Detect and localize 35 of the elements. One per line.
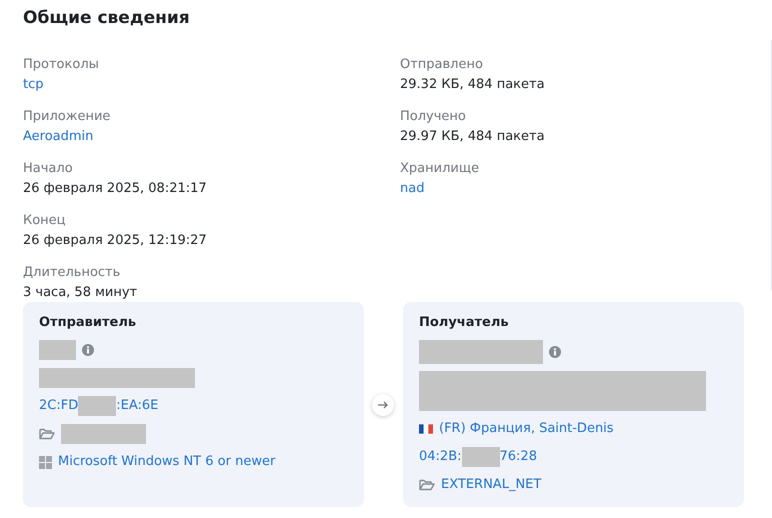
redaction-bar: [462, 447, 500, 467]
mac-suffix: 76:28: [500, 448, 537, 466]
mac-prefix: 04:2B:: [419, 448, 462, 466]
location-link[interactable]: (FR) Франция, Saint-Denis: [439, 419, 614, 439]
field-value: 3 часа, 58 минут: [23, 284, 138, 302]
redaction-bar: [78, 396, 116, 416]
field-label: Начало: [23, 160, 74, 178]
field-label: Хранилище: [400, 160, 480, 178]
field-label: Отправлено: [400, 56, 484, 74]
field-link[interactable]: nad: [400, 181, 424, 196]
field-label: Конец: [23, 212, 67, 230]
os-link[interactable]: Microsoft Windows NT 6 or newer: [58, 452, 276, 472]
card-title: Отправитель: [39, 314, 138, 332]
card-title: Получатель: [419, 314, 510, 332]
field-label: Получено: [400, 108, 467, 126]
field-value: 29.97 КБ, 484 пакета: [400, 128, 546, 146]
field-label: Приложение: [23, 108, 112, 126]
field-value: 26 февраля 2025, 08:21:17: [23, 180, 208, 198]
field-link[interactable]: tcp: [23, 77, 44, 92]
field-value: 26 февраля 2025, 12:19:27: [23, 232, 208, 250]
windows-icon: [39, 456, 52, 468]
mac-suffix: :EA:6E: [116, 397, 158, 415]
field-link[interactable]: Aeroadmin: [23, 129, 94, 144]
flag-icon: [419, 424, 433, 434]
info-icon: [82, 344, 94, 356]
folder-icon: [419, 479, 435, 491]
mac-prefix: 2C:FD: [39, 397, 78, 415]
folder-icon: [39, 428, 55, 440]
info-icon: [549, 346, 561, 358]
redaction-bar: [39, 340, 76, 360]
section-title: Общие сведения: [23, 7, 191, 30]
field-value: 29.32 КБ, 484 пакета: [400, 76, 546, 94]
network-link[interactable]: EXTERNAL_NET: [441, 475, 542, 495]
field-label: Протоколы: [23, 56, 100, 74]
field-label: Длительность: [23, 264, 122, 282]
